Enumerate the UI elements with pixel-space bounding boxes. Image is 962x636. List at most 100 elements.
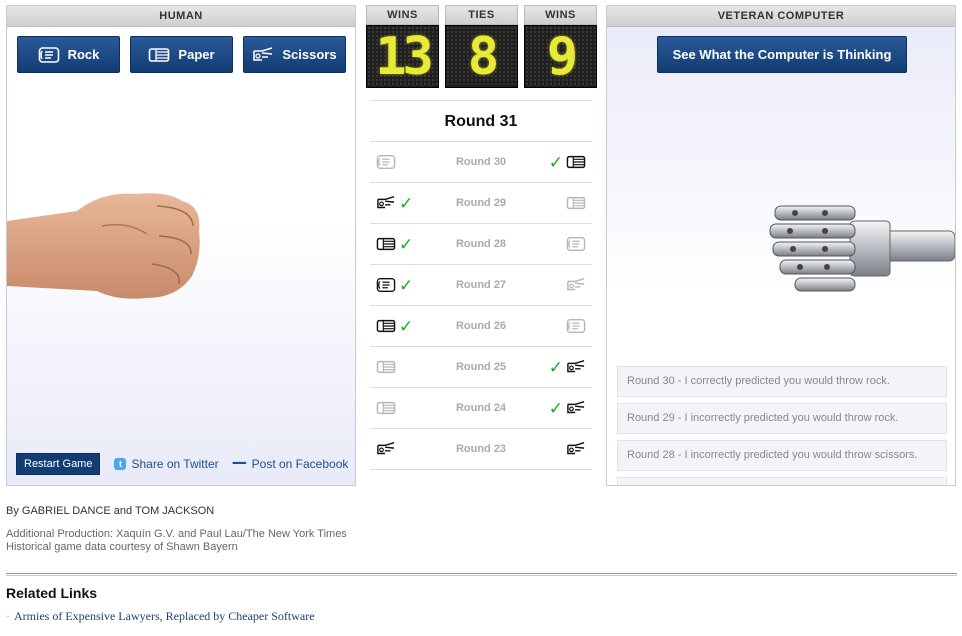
human-paper-hand-icon bbox=[376, 235, 396, 253]
twitter-label: Share on Twitter bbox=[131, 457, 219, 471]
human-wins-score: WINS 13 bbox=[366, 5, 439, 88]
post-facebook-link[interactable]: ▬▬ Post on Facebook bbox=[233, 457, 349, 471]
current-round-title: Round 31 bbox=[370, 100, 592, 142]
restart-game-button[interactable]: Restart Game bbox=[16, 453, 101, 475]
human-paper-hand-icon bbox=[376, 399, 396, 417]
facebook-icon: ▬▬ bbox=[232, 459, 247, 466]
round-row: Round 25 ✓ bbox=[370, 347, 592, 388]
paper-button[interactable]: Paper bbox=[130, 36, 233, 73]
computer-scissors-hand-icon bbox=[566, 358, 586, 376]
win-check-icon: ✓ bbox=[548, 398, 563, 418]
human-wins-label: WINS bbox=[366, 5, 439, 25]
computer-paper-hand-icon bbox=[566, 153, 586, 171]
rock-button-label: Rock bbox=[67, 47, 100, 62]
round-row: ✓ Round 29 bbox=[370, 183, 592, 224]
ties-score: TIES 8 bbox=[445, 5, 518, 88]
computer-throw: ✓ bbox=[538, 153, 586, 171]
human-paper-hand-icon bbox=[376, 317, 396, 335]
human-throw: ✓ bbox=[376, 276, 424, 294]
round-label: Round 26 bbox=[455, 320, 507, 332]
computer-rock-hand-icon bbox=[566, 317, 586, 335]
round-label: Round 28 bbox=[455, 238, 507, 250]
ties-display: 8 bbox=[445, 25, 518, 88]
computer-panel: VETERAN COMPUTER See What the Computer i… bbox=[606, 5, 956, 486]
round-row: Round 24 ✓ bbox=[370, 388, 592, 429]
computer-message: Round 28 - I incorrectly predicted you w… bbox=[617, 440, 947, 471]
round-label: Round 24 bbox=[455, 402, 507, 414]
computer-wins-display: 9 bbox=[524, 25, 597, 88]
computer-throw bbox=[538, 194, 586, 212]
computer-throw: ✓ bbox=[538, 399, 586, 417]
byline: By GABRIEL DANCE and TOM JACKSON bbox=[6, 505, 215, 517]
win-check-icon: ✓ bbox=[548, 152, 563, 172]
human-wins-display: 13 bbox=[366, 25, 439, 88]
computer-rock-hand-icon bbox=[566, 235, 586, 253]
twitter-icon: t bbox=[114, 458, 127, 470]
computer-throw: ✓ bbox=[538, 358, 586, 376]
credits-line: Additional Production: Xaquín G.V. and P… bbox=[6, 528, 347, 540]
robot-hand-image bbox=[769, 205, 955, 292]
computer-scissors-hand-icon bbox=[566, 440, 586, 458]
scissors-button[interactable]: Scissors bbox=[243, 36, 346, 73]
round-label: Round 27 bbox=[455, 279, 507, 291]
human-paper-hand-icon bbox=[376, 358, 396, 376]
related-link[interactable]: · Armies of Expensive Lawyers, Replaced b… bbox=[6, 609, 315, 624]
human-scissors-hand-icon bbox=[376, 440, 396, 458]
human-rock-hand-icon bbox=[376, 153, 396, 171]
computer-scissors-hand-icon bbox=[566, 399, 586, 417]
human-footer: Restart Game t Share on Twitter ▬▬ Post … bbox=[16, 453, 348, 475]
human-throw bbox=[376, 358, 424, 376]
section-divider bbox=[6, 573, 957, 576]
see-computer-thinking-button[interactable]: See What the Computer is Thinking bbox=[657, 36, 907, 73]
computer-message: Round 29 - I incorrectly predicted you w… bbox=[617, 403, 947, 434]
computer-paper-hand-icon bbox=[566, 194, 586, 212]
human-throw bbox=[376, 153, 424, 171]
production-credits: Additional Production: Xaquín G.V. and P… bbox=[6, 528, 347, 554]
scissors-button-label: Scissors bbox=[282, 47, 337, 62]
human-throw bbox=[376, 399, 424, 417]
round-history: Round 31 Round 30 ✓ ✓ Round 29 ✓ Round 28 ✓ Rou… bbox=[370, 100, 592, 470]
computer-throw bbox=[538, 276, 586, 294]
round-row: Round 23 bbox=[370, 429, 592, 470]
round-row: Round 30 ✓ bbox=[370, 142, 592, 183]
human-scissors-hand-icon bbox=[376, 194, 396, 212]
paper-hand-icon bbox=[148, 45, 170, 65]
round-label: Round 30 bbox=[455, 156, 507, 168]
throw-buttons: Rock Paper Scissors bbox=[17, 36, 346, 73]
ties-label: TIES bbox=[445, 5, 518, 25]
ties-value: 8 bbox=[467, 26, 499, 87]
computer-throw bbox=[538, 235, 586, 253]
round-label: Round 23 bbox=[455, 443, 507, 455]
human-rock-hand-icon bbox=[376, 276, 396, 294]
win-check-icon: ✓ bbox=[399, 275, 414, 295]
win-check-icon: ✓ bbox=[399, 234, 414, 254]
round-row: ✓ Round 27 bbox=[370, 265, 592, 306]
rock-hand-icon bbox=[38, 45, 60, 65]
human-throw: ✓ bbox=[376, 235, 424, 253]
round-row: ✓ Round 26 bbox=[370, 306, 592, 347]
human-throw bbox=[376, 440, 424, 458]
computer-message: Round 30 - I correctly predicted you wou… bbox=[617, 366, 947, 397]
round-row: ✓ Round 28 bbox=[370, 224, 592, 265]
human-panel: HUMAN Rock Paper Scissors Restart Game t… bbox=[6, 5, 356, 486]
computer-wins-value: 9 bbox=[546, 26, 578, 87]
scissors-hand-icon bbox=[252, 45, 274, 65]
rock-button[interactable]: Rock bbox=[17, 36, 120, 73]
computer-wins-label: WINS bbox=[524, 5, 597, 25]
win-check-icon: ✓ bbox=[399, 193, 414, 213]
round-list: Round 30 ✓ ✓ Round 29 ✓ Round 28 ✓ Round 27 ✓ Rou… bbox=[370, 142, 592, 470]
related-links-title: Related Links bbox=[6, 585, 98, 601]
human-header: HUMAN bbox=[7, 6, 355, 27]
related-link-label: Armies of Expensive Lawyers, Replaced by… bbox=[14, 609, 315, 623]
human-throw: ✓ bbox=[376, 194, 424, 212]
computer-message-partial bbox=[617, 477, 947, 485]
human-wins-value: 13 bbox=[375, 26, 434, 87]
computer-header: VETERAN COMPUTER bbox=[607, 6, 955, 27]
win-check-icon: ✓ bbox=[548, 357, 563, 377]
computer-scissors-hand-icon bbox=[566, 276, 586, 294]
round-label: Round 25 bbox=[455, 361, 507, 373]
paper-button-label: Paper bbox=[178, 47, 215, 62]
share-twitter-link[interactable]: t Share on Twitter bbox=[114, 457, 219, 471]
computer-throw bbox=[538, 440, 586, 458]
human-throw: ✓ bbox=[376, 317, 424, 335]
